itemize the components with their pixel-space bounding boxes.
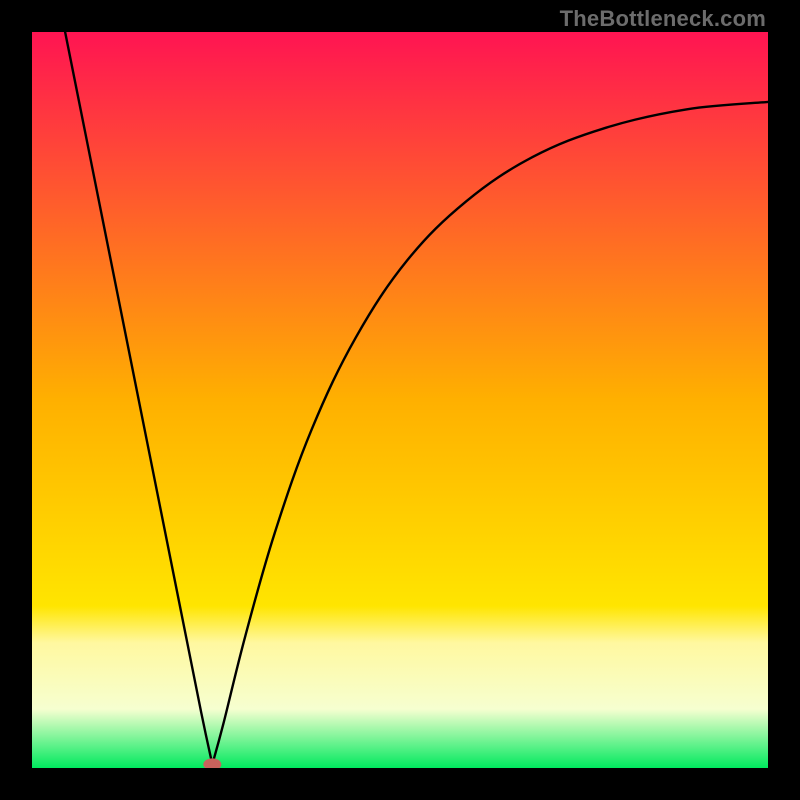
chart-area — [32, 32, 768, 768]
watermark-text: TheBottleneck.com — [560, 6, 766, 32]
bottleneck-chart — [32, 32, 768, 768]
gradient-background — [32, 32, 768, 768]
